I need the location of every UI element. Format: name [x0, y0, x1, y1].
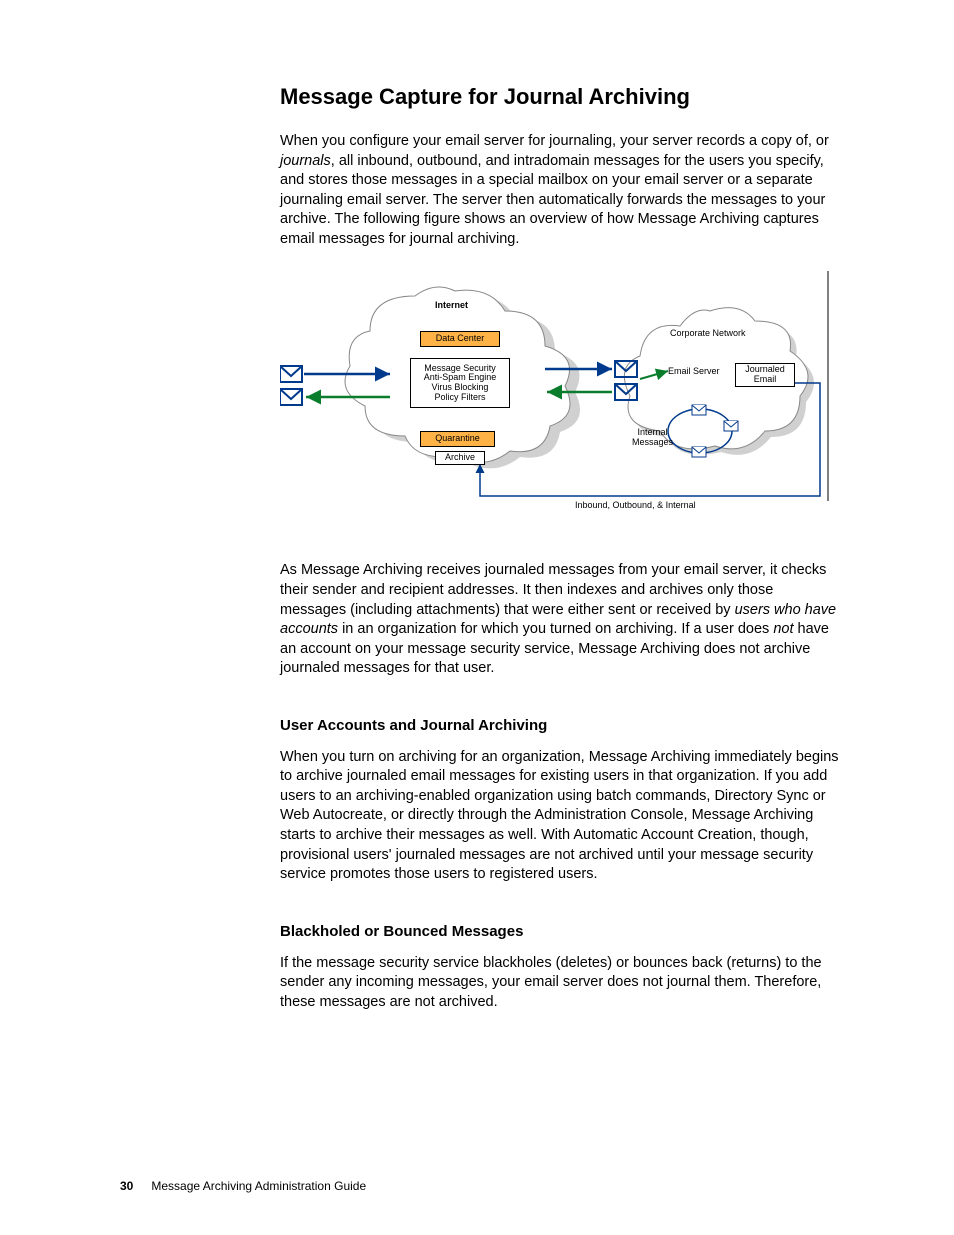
box-message-security: Message Security Anti-Spam Engine Virus …	[410, 358, 510, 408]
text-italic: journals	[280, 153, 331, 169]
label-internet: Internet	[435, 301, 468, 311]
box-archive: Archive	[435, 451, 485, 465]
box-journaled-email: Journaled Email	[735, 363, 795, 387]
page: Message Capture for Journal Archiving Wh…	[0, 0, 954, 1235]
content-column: Message Capture for Journal Archiving Wh…	[280, 84, 840, 1012]
text-italic: not	[773, 621, 793, 637]
paragraph-archiving-check: As Message Archiving receives journaled …	[280, 561, 840, 678]
box-quarantine: Quarantine	[420, 431, 495, 447]
paragraph-intro: When you configure your email server for…	[280, 132, 840, 249]
page-number: 30	[120, 1179, 133, 1193]
heading-blackholed: Blackholed or Bounced Messages	[280, 923, 840, 940]
label-corporate-network: Corporate Network	[670, 329, 746, 339]
box-data-center: Data Center	[420, 331, 500, 347]
label-caption: Inbound, Outbound, & Internal	[575, 501, 696, 511]
footer: 30 Message Archiving Administration Guide	[120, 1179, 366, 1193]
figure-journal-archiving: Internet Data Center Message Security An…	[280, 271, 840, 521]
label-email-server: Email Server	[668, 367, 720, 377]
label-internal-messages: Internal Messages	[632, 428, 673, 448]
paragraph-user-accounts: When you turn on archiving for an organi…	[280, 748, 840, 885]
text: , all inbound, outbound, and intradomain…	[280, 153, 825, 247]
text: in an organization for which you turned …	[338, 621, 773, 637]
heading-user-accounts: User Accounts and Journal Archiving	[280, 717, 840, 734]
text: When you configure your email server for…	[280, 133, 829, 149]
diagram-svg	[280, 271, 840, 521]
paragraph-blackholed: If the message security service blackhol…	[280, 954, 840, 1013]
footer-title: Message Archiving Administration Guide	[151, 1179, 366, 1193]
heading-main: Message Capture for Journal Archiving	[280, 84, 840, 110]
